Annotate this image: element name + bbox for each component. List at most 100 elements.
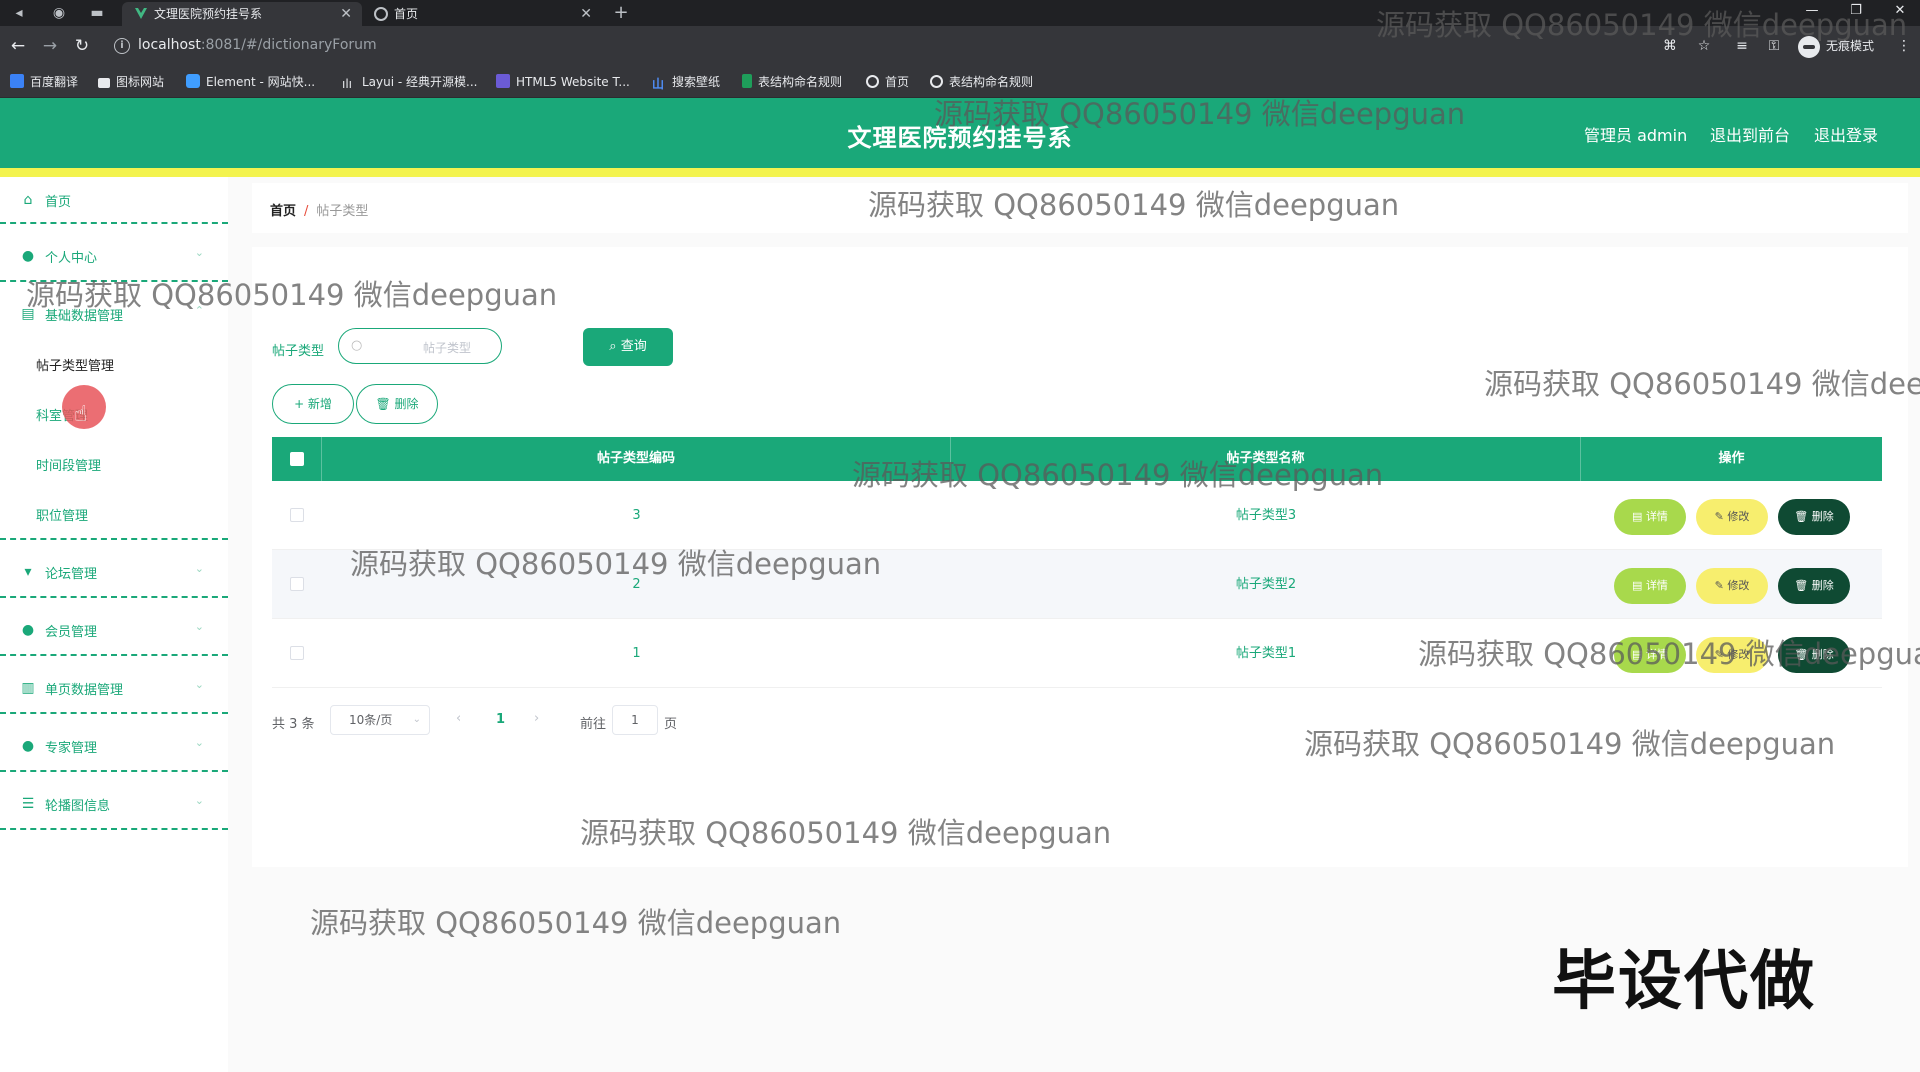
breadcrumb-current: 帖子类型 xyxy=(316,204,369,219)
sidebar-item-member[interactable]: ● 会员管理 ⌄ xyxy=(0,607,228,653)
breadcrumb-home[interactable]: 首页 xyxy=(270,204,296,219)
incognito-indicator[interactable]: 无痕模式 xyxy=(1798,34,1874,58)
sidebar-item-label: 单页数据管理 xyxy=(45,683,124,698)
goto-page-input[interactable]: 1 xyxy=(612,705,658,735)
delete-button[interactable]: 🗑 删除 xyxy=(1778,568,1850,604)
baidu-translate-icon xyxy=(10,74,24,88)
chevron-down-icon: ⌄ xyxy=(194,678,204,691)
translate-icon[interactable]: ⌘ xyxy=(1660,36,1680,56)
detail-label: 详情 xyxy=(1645,648,1668,661)
browser-tabbar: ◂ ◉ ▬ 文理医院预约挂号系 ✕ 首页 ✕ + — ❐ ✕ xyxy=(0,0,1920,26)
new-tab-icon[interactable]: + xyxy=(612,4,630,22)
bookmark-item[interactable]: 图标网站 xyxy=(98,74,164,90)
close-icon[interactable]: ✕ xyxy=(340,2,352,26)
detail-button[interactable]: ▤ 详情 xyxy=(1614,499,1686,535)
sidebar-item-expert[interactable]: ● 专家管理 ⌄ xyxy=(0,723,228,769)
key-icon[interactable]: ⚿ xyxy=(1764,36,1784,56)
incognito-label: 无痕模式 xyxy=(1826,39,1875,53)
logout-link[interactable]: 退出登录 xyxy=(1814,122,1878,146)
back-icon[interactable]: ← xyxy=(8,36,28,56)
sidebar-item-forum[interactable]: ▾ 论坛管理 ⌄ xyxy=(0,549,228,595)
prev-page-icon[interactable]: ‹ xyxy=(456,711,461,726)
bookmark-item[interactable]: 表结构命名规则 xyxy=(930,74,1033,90)
admin-user[interactable]: 管理员 admin xyxy=(1584,122,1687,146)
forum-icon: ▾ xyxy=(24,564,32,580)
reading-list-icon[interactable]: ≡ xyxy=(1732,36,1752,56)
search-input[interactable]: ○ 帖子类型 xyxy=(338,328,502,364)
bookmark-item[interactable]: ılı Layui - 经典开源模... xyxy=(342,74,477,91)
bookmark-item[interactable]: 首页 xyxy=(866,74,909,90)
edit-button[interactable]: ✎ 修改 xyxy=(1696,568,1768,604)
row-checkbox[interactable] xyxy=(290,577,304,591)
menu-icon[interactable]: ⋮ xyxy=(1894,36,1914,56)
bookmark-item[interactable]: 百度翻译 xyxy=(10,74,78,90)
sidebar-item-carousel[interactable]: ☰ 轮播图信息 ⌄ xyxy=(0,781,228,827)
tab-active[interactable]: 文理医院预约挂号系 ✕ xyxy=(122,2,362,26)
divider xyxy=(0,538,228,540)
restore-icon[interactable]: ❐ xyxy=(1836,0,1876,26)
chrome-icon[interactable]: ◉ xyxy=(50,4,68,22)
sidebar-item-personal[interactable]: ● 个人中心 ⌄ xyxy=(0,233,228,279)
close-window-icon[interactable]: ✕ xyxy=(1880,0,1920,26)
detail-label: 详情 xyxy=(1645,510,1668,523)
cell-code: 2 xyxy=(632,577,641,592)
edit-button[interactable]: ✎ 修改 xyxy=(1696,499,1768,535)
search-placeholder: 帖子类型 xyxy=(422,341,471,355)
minimize-icon[interactable]: — xyxy=(1792,0,1832,26)
sidebar-item-home[interactable]: ⌂ 首页 xyxy=(0,177,228,223)
sidebar-item-single-page[interactable]: ▥ 单页数据管理 ⌄ xyxy=(0,665,228,711)
sidebar-item-position[interactable]: 职位管理 xyxy=(0,493,228,533)
bookmark-item[interactable]: HTML5 Website T... xyxy=(496,74,630,90)
close-icon[interactable]: ✕ xyxy=(580,2,592,26)
bar-chart-icon: ▥ xyxy=(21,680,35,696)
sidebar-item-label: 职位管理 xyxy=(36,509,89,524)
bookmark-item[interactable]: 表结构命名规则 xyxy=(742,74,842,90)
sidebar-item-department[interactable]: 科室管理 xyxy=(0,393,228,433)
pagination-total: 共 3 条 xyxy=(272,717,315,732)
bookmark-item[interactable]: 山搜索壁纸 xyxy=(652,74,720,91)
sidebar: ⌂ 首页 ● 个人中心 ⌄ ▤ 基础数据管理 ⌃ 帖子类型管理 科室管理 时间段… xyxy=(0,177,228,1072)
detail-button[interactable]: ▤ 详情 xyxy=(1614,637,1686,673)
next-page-icon[interactable]: › xyxy=(534,711,539,726)
front-link[interactable]: 退出到前台 xyxy=(1710,122,1790,146)
info-icon[interactable]: i xyxy=(114,38,130,54)
query-button[interactable]: ⌕ 查询 xyxy=(583,328,673,366)
divider xyxy=(0,222,228,224)
list-icon: ☰ xyxy=(21,796,35,812)
select-all-checkbox[interactable] xyxy=(290,452,304,466)
row-checkbox[interactable] xyxy=(290,646,304,660)
star-icon[interactable]: ☆ xyxy=(1694,36,1714,56)
chevron-down-icon: ⌄ xyxy=(194,794,204,807)
audio-icon[interactable]: ◂ xyxy=(10,4,28,22)
row-checkbox[interactable] xyxy=(290,508,304,522)
sidebar-item-basic[interactable]: ▤ 基础数据管理 ⌃ xyxy=(0,291,228,337)
add-button[interactable]: + 新增 xyxy=(272,384,354,424)
globe-icon xyxy=(374,7,388,21)
sheet-icon xyxy=(742,74,752,88)
trash-icon: 🗑 xyxy=(375,397,391,411)
delete-button[interactable]: 🗑 删除 xyxy=(1778,637,1850,673)
sidebar-item-post-type[interactable]: 帖子类型管理 xyxy=(0,343,228,383)
bookmark-item[interactable]: Element - 网站快... xyxy=(186,74,315,90)
page-size-select[interactable]: 10条/页 ⌄ xyxy=(330,705,430,735)
url-text[interactable]: localhost:8081/#/dictionaryForum xyxy=(138,37,377,53)
batch-delete-button[interactable]: 🗑 删除 xyxy=(356,384,438,424)
page-number[interactable]: 1 xyxy=(496,712,505,727)
delete-button[interactable]: 🗑 删除 xyxy=(1778,499,1850,535)
edit-button[interactable]: ✎ 修改 xyxy=(1696,637,1768,673)
detail-button[interactable]: ▤ 详情 xyxy=(1614,568,1686,604)
address-bar[interactable]: i localhost:8081/#/dictionaryForum xyxy=(108,32,1668,60)
sidebar-item-timeslot[interactable]: 时间段管理 xyxy=(0,443,228,483)
query-button-label: 查询 xyxy=(620,339,647,354)
breadcrumb-separator: / xyxy=(304,204,309,219)
expert-icon: ● xyxy=(21,738,35,754)
tab-home[interactable]: 首页 ✕ xyxy=(362,2,602,26)
forward-icon[interactable]: → xyxy=(40,36,60,56)
bookmark-label: 图标网站 xyxy=(116,75,165,89)
table-row: 1 帖子类型1 ▤ 详情 ✎ 修改 🗑 删除 xyxy=(272,619,1882,688)
window-icon[interactable]: ▬ xyxy=(88,4,106,22)
reload-icon[interactable]: ↻ xyxy=(72,36,92,56)
bookmark-label: 百度翻译 xyxy=(30,75,79,89)
table-row: 3 帖子类型3 ▤ 详情 ✎ 修改 🗑 删除 xyxy=(272,481,1882,550)
bookmark-label: 表结构命名规则 xyxy=(758,75,843,89)
